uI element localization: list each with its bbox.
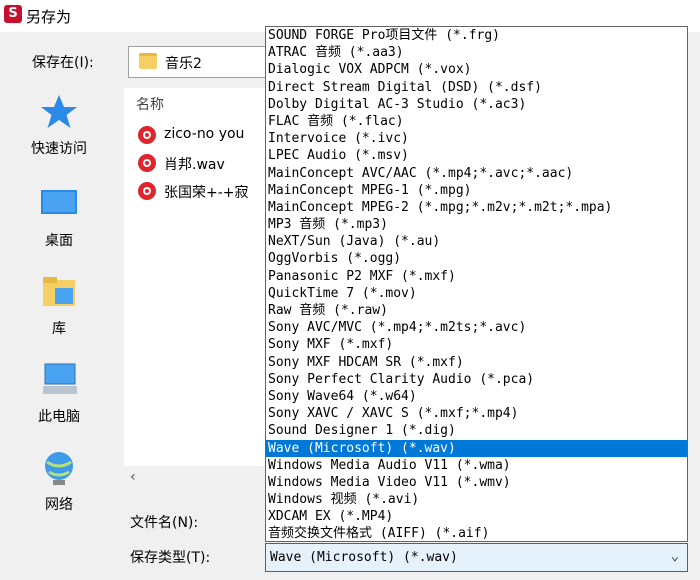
file-type-select[interactable]: Wave (Microsoft) (*.wav) ⌄ xyxy=(265,543,688,572)
file-type-label: 保存类型(T): xyxy=(130,550,211,566)
place-label: 快速访问 xyxy=(31,141,87,157)
file-type-option[interactable]: Windows Media Video V11 (*.wmv) xyxy=(266,474,687,491)
file-type-option[interactable]: Dialogic VOX ADPCM (*.vox) xyxy=(266,61,687,78)
file-type-option[interactable]: 音频交换文件格式 (AIFF) (*.aif) xyxy=(266,525,687,542)
library-icon xyxy=(43,277,75,306)
chevron-down-icon[interactable]: ⌄ xyxy=(671,548,679,564)
place-desktop[interactable]: 桌面 xyxy=(10,180,108,260)
file-type-option[interactable]: Sony MXF (*.mxf) xyxy=(266,336,687,353)
file-type-option[interactable]: MainConcept AVC/AAC (*.mp4;*.avc;*.aac) xyxy=(266,165,687,182)
place-library[interactable]: 库 xyxy=(10,268,108,348)
file-type-option[interactable]: QuickTime 7 (*.mov) xyxy=(266,285,687,302)
place-this-pc[interactable]: 此电脑 xyxy=(10,356,108,436)
file-type-option[interactable]: FLAC 音频 (*.flac) xyxy=(266,113,687,130)
file-type-option[interactable]: Sony AVC/MVC (*.mp4;*.m2ts;*.avc) xyxy=(266,319,687,336)
file-type-option[interactable]: Windows Media Audio V11 (*.wma) xyxy=(266,457,687,474)
desktop-icon xyxy=(41,190,77,214)
place-label: 库 xyxy=(52,321,66,337)
place-label: 桌面 xyxy=(45,233,73,249)
file-name: 肖邦.wav xyxy=(164,157,225,173)
file-type-option[interactable]: Sony Wave64 (*.w64) xyxy=(266,388,687,405)
file-row[interactable]: 肖邦.wav xyxy=(136,152,269,176)
file-type-option[interactable]: Sound Designer 1 (*.dig) xyxy=(266,422,687,439)
file-type-option[interactable]: SOUND FORGE Pro项目文件 (*.frg) xyxy=(266,27,687,44)
place-label: 此电脑 xyxy=(38,409,80,425)
file-type-option[interactable]: Sony MXF HDCAM SR (*.mxf) xyxy=(266,354,687,371)
file-type-option[interactable]: Direct Stream Digital (DSD) (*.dsf) xyxy=(266,79,687,96)
computer-icon xyxy=(43,363,77,394)
file-type-option[interactable]: NeXT/Sun (Java) (*.au) xyxy=(266,233,687,250)
file-type-option[interactable]: Raw 音频 (*.raw) xyxy=(266,302,687,319)
save-in-label: 保存在(I): xyxy=(32,55,94,71)
file-type-option[interactable]: LPEC Audio (*.msv) xyxy=(266,147,687,164)
file-type-selected-value: Wave (Microsoft) (*.wav) xyxy=(270,550,458,565)
file-type-option[interactable]: MP3 音频 (*.mp3) xyxy=(266,216,687,233)
scroll-left-icon[interactable]: ‹ xyxy=(130,469,136,485)
file-name-label: 文件名(N): xyxy=(130,515,199,531)
save-in-dropdown[interactable]: 音乐2 xyxy=(128,46,268,78)
file-row[interactable]: zico-no you xyxy=(136,124,269,148)
file-type-option[interactable]: XDCAM EX (*.MP4) xyxy=(266,508,687,525)
netease-music-icon xyxy=(138,126,156,144)
folder-icon xyxy=(139,53,157,69)
file-type-option[interactable]: MainConcept MPEG-2 (*.mpg;*.m2v;*.m2t;*.… xyxy=(266,199,687,216)
horizontal-scrollbar[interactable]: ‹ xyxy=(124,466,269,492)
file-type-option[interactable]: Dolby Digital AC-3 Studio (*.ac3) xyxy=(266,96,687,113)
file-type-option[interactable]: Intervoice (*.ivc) xyxy=(266,130,687,147)
file-row[interactable]: 张国荣+-+寂 xyxy=(136,180,269,204)
file-type-option[interactable]: Wave (Microsoft) (*.wav) xyxy=(266,439,687,457)
file-type-option[interactable]: Sony XAVC / XAVC S (*.mxf;*.mp4) xyxy=(266,405,687,422)
file-type-option[interactable]: Sony Perfect Clarity Audio (*.pca) xyxy=(266,371,687,388)
network-icon xyxy=(45,452,73,485)
file-name: zico-no you xyxy=(164,126,245,142)
file-list[interactable]: 名称 zico-no you 肖邦.wav 张国荣+-+寂 xyxy=(124,88,269,492)
save-in-value: 音乐2 xyxy=(165,56,202,72)
file-type-option[interactable]: MainConcept MPEG-1 (*.mpg) xyxy=(266,182,687,199)
window-title: 另存为 xyxy=(26,8,72,26)
file-type-option[interactable]: Panasonic P2 MXF (*.mxf) xyxy=(266,268,687,285)
column-header-name[interactable]: 名称 xyxy=(136,94,164,114)
file-name: 张国荣+-+寂 xyxy=(164,185,249,201)
place-quick-access[interactable]: 快速访问 xyxy=(10,88,108,168)
star-icon xyxy=(41,95,77,128)
file-type-option[interactable]: OggVorbis (*.ogg) xyxy=(266,250,687,267)
file-type-options-list[interactable]: SOUND FORGE Pro项目文件 (*.frg) ATRAC 音频 (*.a… xyxy=(265,26,688,542)
place-label: 网络 xyxy=(45,497,73,513)
netease-music-icon xyxy=(138,154,156,172)
place-network[interactable]: 网络 xyxy=(10,444,108,524)
netease-music-icon xyxy=(138,182,156,200)
file-type-option[interactable]: ATRAC 音频 (*.aa3) xyxy=(266,44,687,61)
file-type-option[interactable]: Windows 视频 (*.avi) xyxy=(266,491,687,508)
app-logo-icon: S xyxy=(4,5,22,23)
